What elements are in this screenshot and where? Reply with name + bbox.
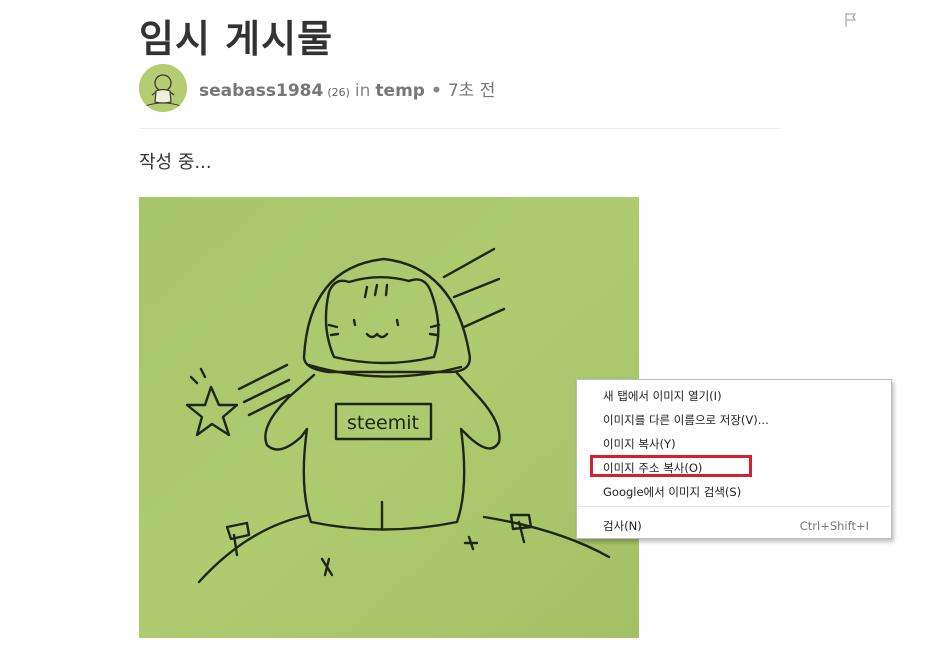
author-reputation: (26) — [327, 85, 350, 99]
menu-save-image-as[interactable]: 이미지를 다른 이름으로 저장(V)... — [603, 410, 869, 430]
separator-dot: • — [430, 80, 442, 101]
post-title: 임시 게시물 — [139, 17, 334, 61]
menu-item-label: Google에서 이미지 검색(S) — [603, 485, 742, 499]
menu-copy-image[interactable]: 이미지 복사(Y) — [603, 434, 869, 454]
menu-item-label: 이미지를 다른 이름으로 저장(V)... — [603, 413, 769, 427]
menu-item-label: 새 탭에서 이미지 열기(I) — [603, 389, 722, 403]
author-meta: seabass1984 (26) in temp • 7초 전 — [199, 76, 495, 101]
menu-item-label: 이미지 복사(Y) — [603, 437, 676, 451]
flag-icon[interactable] — [844, 12, 858, 28]
menu-open-image-new-tab[interactable]: 새 탭에서 이미지 열기(I) — [603, 386, 869, 406]
post-image[interactable]: steemit — [139, 197, 639, 638]
menu-search-image-google[interactable]: Google에서 이미지 검색(S) — [603, 482, 869, 502]
post-time[interactable]: 7초 전 — [448, 76, 496, 101]
divider — [139, 128, 780, 129]
author-row: seabass1984 (26) in temp • 7초 전 — [139, 64, 495, 112]
post-body: 작성 중... — [139, 152, 212, 173]
menu-item-shortcut: Ctrl+Shift+I — [799, 519, 869, 533]
menu-inspect[interactable]: 검사(N) Ctrl+Shift+I — [603, 516, 869, 536]
highlight-annotation-box — [590, 455, 752, 477]
author-name[interactable]: seabass1984 — [199, 81, 323, 101]
menu-item-label: 검사(N) — [603, 519, 642, 533]
avatar[interactable] — [139, 64, 187, 112]
image-steemit-label: steemit — [347, 412, 419, 434]
in-label: in — [354, 80, 371, 101]
category-link[interactable]: temp — [375, 81, 425, 101]
menu-separator — [578, 506, 890, 507]
